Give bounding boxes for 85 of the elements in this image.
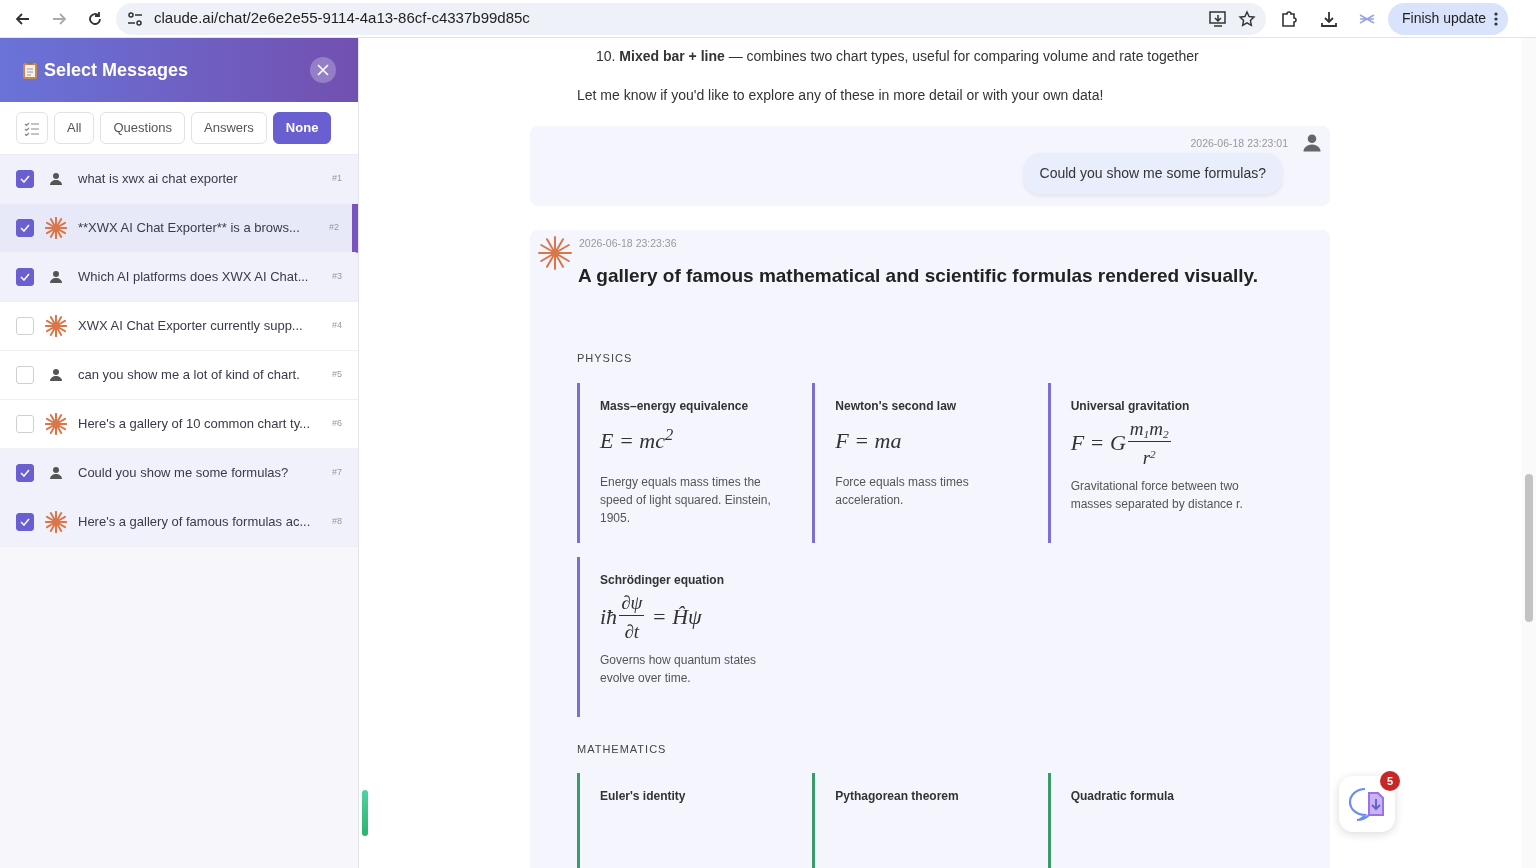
finish-update-button[interactable]: Finish update	[1388, 2, 1509, 35]
message-number: #4	[331, 318, 342, 332]
formula-name: Quadratic formula	[1070, 788, 1175, 806]
formula-name: Universal gravitation	[1070, 397, 1191, 415]
check-icon	[20, 223, 30, 232]
formula-name: Mass–energy equivalence	[600, 397, 750, 415]
message-text: Here's a gallery of 10 common chart ty...	[78, 414, 311, 433]
chat-download-icon	[1347, 785, 1387, 823]
scrollbar[interactable]	[1522, 38, 1536, 868]
filter-button[interactable]: None	[272, 112, 332, 144]
formula-name: Newton's second law	[835, 397, 958, 415]
message-number: #3	[331, 269, 342, 283]
formula-description: Gravitational force between two masses separated by distance r.	[1070, 477, 1244, 513]
checkbox[interactable]	[16, 218, 34, 237]
message-number: #5	[331, 367, 342, 381]
formula: E = mc$^{2}$	[600, 424, 675, 456]
message-number: #7	[331, 465, 342, 479]
puzzle-icon[interactable]	[1279, 8, 1299, 29]
message-row[interactable]: Could you show me some formulas? #7	[0, 448, 358, 498]
more-icon	[1494, 11, 1499, 26]
check-icon	[20, 517, 30, 526]
section-heading: PHYSICS	[576, 351, 634, 367]
message-text: Which AI platforms does XWX AI Chat...	[78, 267, 310, 286]
checkbox[interactable]	[16, 463, 34, 482]
progress-strip	[362, 790, 368, 836]
filter-button[interactable]: All	[54, 112, 95, 144]
message-number: #2	[328, 220, 339, 234]
message-bubble: Could you show me some formulas?	[1023, 153, 1282, 195]
message-text: Let me know if you'd like to explore any of these in more detail or with your own data!	[576, 86, 1105, 105]
install-icon[interactable]	[1208, 9, 1228, 28]
formula-name: Pythagorean theorem	[835, 788, 960, 806]
timestamp: 2026-06-18 23:23:01	[1190, 135, 1288, 151]
formula-description: Governs how quantum states evolve over time.	[600, 651, 758, 687]
filter-button[interactable]: Questions	[100, 112, 185, 144]
message-row[interactable]: XWX AI Chat Exporter currently supp... #4	[0, 301, 358, 351]
message-row[interactable]: can you show me a lot of kind of chart. #5	[0, 350, 358, 400]
export-button[interactable]	[1339, 776, 1395, 832]
reload-icon	[86, 9, 104, 28]
checkbox[interactable]	[16, 169, 34, 188]
formula-name: Schrödinger equation	[600, 571, 725, 589]
message-row[interactable]: Here's a gallery of 10 common chart ty... #6	[0, 399, 358, 449]
timestamp: 2026-06-18 23:23:36	[579, 236, 677, 252]
message-text: Could you show me some formulas?	[78, 463, 290, 482]
notification-badge: 5	[1380, 771, 1400, 791]
message-number: #6	[331, 416, 342, 430]
clipboard-icon	[22, 61, 38, 79]
message-text: **XWX AI Chat Exporter** is a brows...	[78, 218, 301, 237]
asterisk-icon	[44, 314, 68, 337]
section-heading: MATHEMATICS	[576, 741, 668, 757]
message-row[interactable]: Which AI platforms does XWX AI Chat... #3	[0, 252, 358, 302]
address-bar[interactable]: claude.ai/chat/2e6e2e55-9114-4a13-86cf-c4337b99d85c	[116, 2, 1266, 35]
message-heading: A gallery of famous mathematical and scientific formulas rendered visually.	[577, 264, 1259, 289]
message-text: can you show me a lot of kind of chart.	[78, 365, 301, 384]
checklist-icon	[24, 121, 40, 136]
check-icon	[20, 272, 30, 281]
message-number: #1	[331, 171, 342, 185]
site-settings-icon[interactable]	[126, 9, 144, 28]
asterisk-icon	[44, 412, 68, 435]
list-item-text: 10. Mixed bar + line — combines two chart types, useful for comparing volume and rate together	[595, 47, 1200, 66]
formula: F = ma	[835, 427, 903, 456]
star-icon[interactable]	[1238, 9, 1256, 28]
message-row[interactable]: Here's a gallery of famous formulas ac... #8	[0, 497, 358, 547]
formula-description: Energy equals mass times the speed of light squared. Einstein, 1905.	[600, 473, 772, 527]
message-text: XWX AI Chat Exporter currently supp...	[78, 316, 304, 335]
asterisk-icon	[44, 216, 68, 239]
close-button[interactable]	[310, 57, 336, 83]
url-text: claude.ai/chat/2e6e2e55-9114-4a13-86cf-c4337b99d85c	[154, 8, 531, 29]
formula-description: Force equals mass times acceleration.	[835, 473, 970, 509]
person-icon	[1302, 132, 1322, 154]
panel-title: Select Messages	[44, 58, 189, 82]
formula-name: Euler's identity	[600, 788, 687, 806]
message-number: #8	[331, 514, 342, 528]
check-icon	[20, 468, 30, 477]
checkbox[interactable]	[16, 512, 34, 531]
message-row[interactable]: what is xwx ai chat exporter #1	[0, 154, 358, 204]
message-text: Here's a gallery of famous formulas ac...	[78, 512, 312, 531]
close-icon	[317, 64, 329, 76]
filter-button[interactable]: Answers	[191, 112, 267, 144]
asterisk-icon	[538, 236, 572, 271]
check-icon	[20, 174, 30, 183]
asterisk-icon	[44, 510, 68, 533]
message-text: what is xwx ai chat exporter	[78, 169, 239, 188]
checkbox[interactable]	[16, 267, 34, 286]
message-row[interactable]: **XWX AI Chat Exporter** is a brows... #2	[0, 203, 358, 253]
checklist-button[interactable]	[16, 112, 48, 144]
